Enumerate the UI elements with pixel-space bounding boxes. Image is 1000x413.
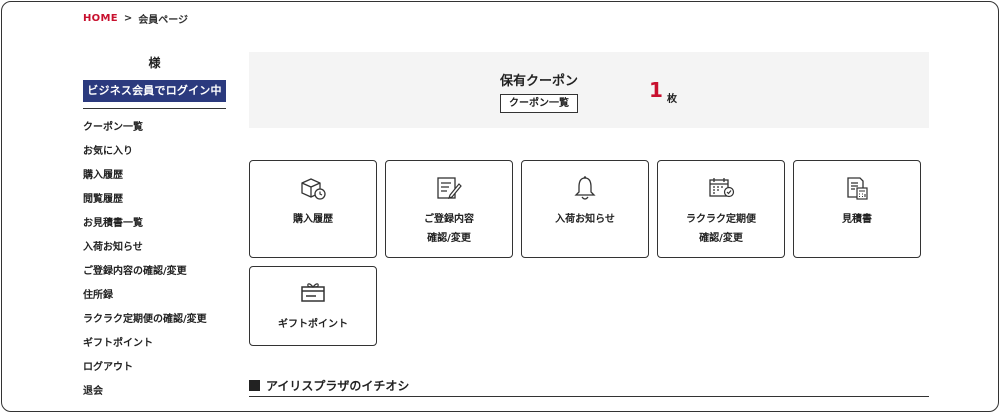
tile-label: 購入履歴 bbox=[293, 214, 333, 225]
tile-label: ギフトポイント bbox=[278, 319, 348, 330]
sidebar-item-quotes[interactable]: お見積書一覧 bbox=[83, 212, 226, 236]
document-edit-icon bbox=[437, 177, 462, 199]
bell-icon bbox=[574, 176, 596, 200]
tile-purchase-history[interactable]: 購入履歴 bbox=[249, 160, 377, 258]
coupon-count-unit: 枚 bbox=[667, 94, 677, 105]
box-clock-icon bbox=[301, 178, 326, 200]
sidebar-item-purchase-history[interactable]: 購入履歴 bbox=[83, 164, 226, 188]
tile-restock-notice[interactable]: 入荷お知らせ bbox=[521, 160, 649, 258]
section-heading-text: アイリスプラザのイチオシ bbox=[266, 379, 410, 393]
tile-label: ラクラク定期便 確認/変更 bbox=[686, 214, 756, 244]
breadcrumb-home-link[interactable]: HOME bbox=[83, 13, 118, 24]
sidebar-item-favorites[interactable]: お気に入り bbox=[83, 140, 226, 164]
tile-registration-info[interactable]: ご登録内容 確認/変更 bbox=[385, 160, 513, 258]
tile-label: ご登録内容 確認/変更 bbox=[424, 214, 474, 244]
page-frame: HOME > 会員ページ 様 ビジネス会員でログイン中 クーポン一覧 お気に入り… bbox=[1, 1, 999, 412]
recommended-section-heading: アイリスプラザのイチオシ bbox=[249, 377, 929, 397]
tile-label: 入荷お知らせ bbox=[555, 214, 615, 225]
calculator-document-icon bbox=[847, 177, 868, 200]
tile-quotes[interactable]: 見積書 bbox=[793, 160, 921, 258]
sidebar-item-logout[interactable]: ログアウト bbox=[83, 356, 226, 380]
sidebar-item-registration-info[interactable]: ご登録内容の確認/変更 bbox=[83, 260, 226, 284]
sidebar: 様 ビジネス会員でログイン中 クーポン一覧 お気に入り 購入履歴 閲覧履歴 お見… bbox=[83, 54, 226, 404]
breadcrumb-separator: > bbox=[123, 13, 133, 24]
sidebar-item-withdraw[interactable]: 退会 bbox=[83, 380, 226, 404]
user-name: 様 bbox=[148, 56, 161, 70]
heading-square-icon bbox=[249, 380, 260, 391]
member-status-badge: ビジネス会員でログイン中 bbox=[83, 80, 226, 102]
tile-gift-points[interactable]: ギフトポイント bbox=[249, 266, 377, 346]
sidebar-item-coupon-list[interactable]: クーポン一覧 bbox=[83, 116, 226, 140]
sidebar-divider bbox=[83, 108, 226, 109]
tile-label: 見積書 bbox=[842, 214, 872, 225]
sidebar-item-address-book[interactable]: 住所録 bbox=[83, 284, 226, 308]
coupon-list-button[interactable]: クーポン一覧 bbox=[500, 94, 578, 113]
gift-card-icon bbox=[301, 283, 325, 302]
coupon-count: 1 bbox=[649, 78, 663, 102]
tile-subscription[interactable]: ラクラク定期便 確認/変更 bbox=[657, 160, 785, 258]
calendar-check-icon bbox=[709, 178, 735, 198]
coupon-title: 保有クーポン bbox=[500, 74, 579, 89]
sidebar-menu: クーポン一覧 お気に入り 購入履歴 閲覧履歴 お見積書一覧 入荷お知らせ ご登録… bbox=[83, 116, 226, 404]
sidebar-item-gift-points[interactable]: ギフトポイント bbox=[83, 332, 226, 356]
sidebar-item-restock-notice[interactable]: 入荷お知らせ bbox=[83, 236, 226, 260]
breadcrumb-current: 会員ページ bbox=[138, 15, 189, 26]
breadcrumb: HOME > 会員ページ bbox=[83, 11, 188, 26]
coupon-summary: 保有クーポン クーポン一覧 1 枚 bbox=[249, 52, 929, 128]
sidebar-item-browsing-history[interactable]: 閲覧履歴 bbox=[83, 188, 226, 212]
sidebar-item-subscription[interactable]: ラクラク定期便の確認/変更 bbox=[83, 308, 226, 332]
